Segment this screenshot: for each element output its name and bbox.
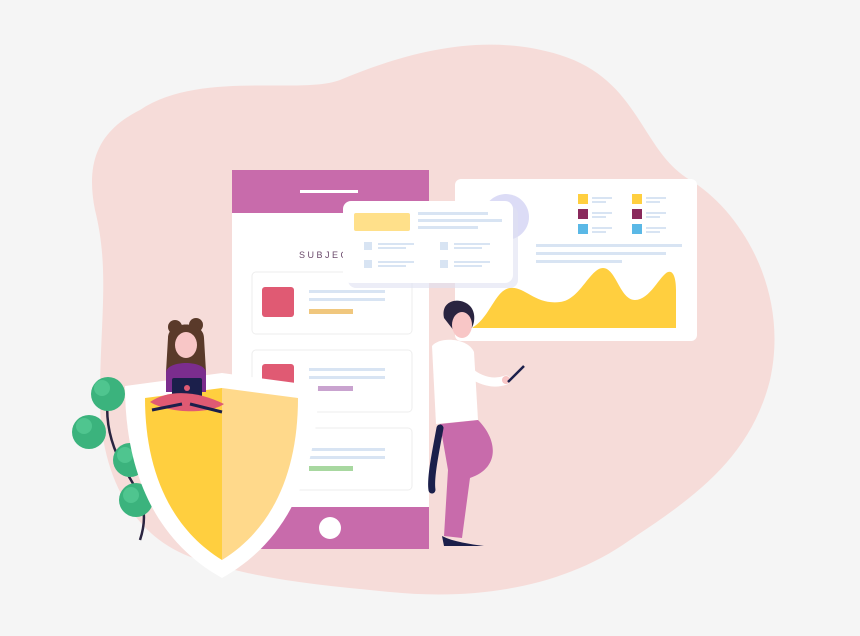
list-card-bar bbox=[309, 466, 353, 471]
list-card-bar bbox=[309, 309, 353, 314]
illustration-canvas: SUBJECT bbox=[72, 44, 775, 595]
leaf bbox=[91, 377, 125, 411]
list-card-thumb bbox=[262, 287, 294, 317]
popup-card-highlight bbox=[354, 213, 410, 231]
phone-speaker bbox=[300, 190, 358, 193]
phone-home-button[interactable] bbox=[319, 517, 341, 539]
popup-card bbox=[343, 201, 518, 288]
